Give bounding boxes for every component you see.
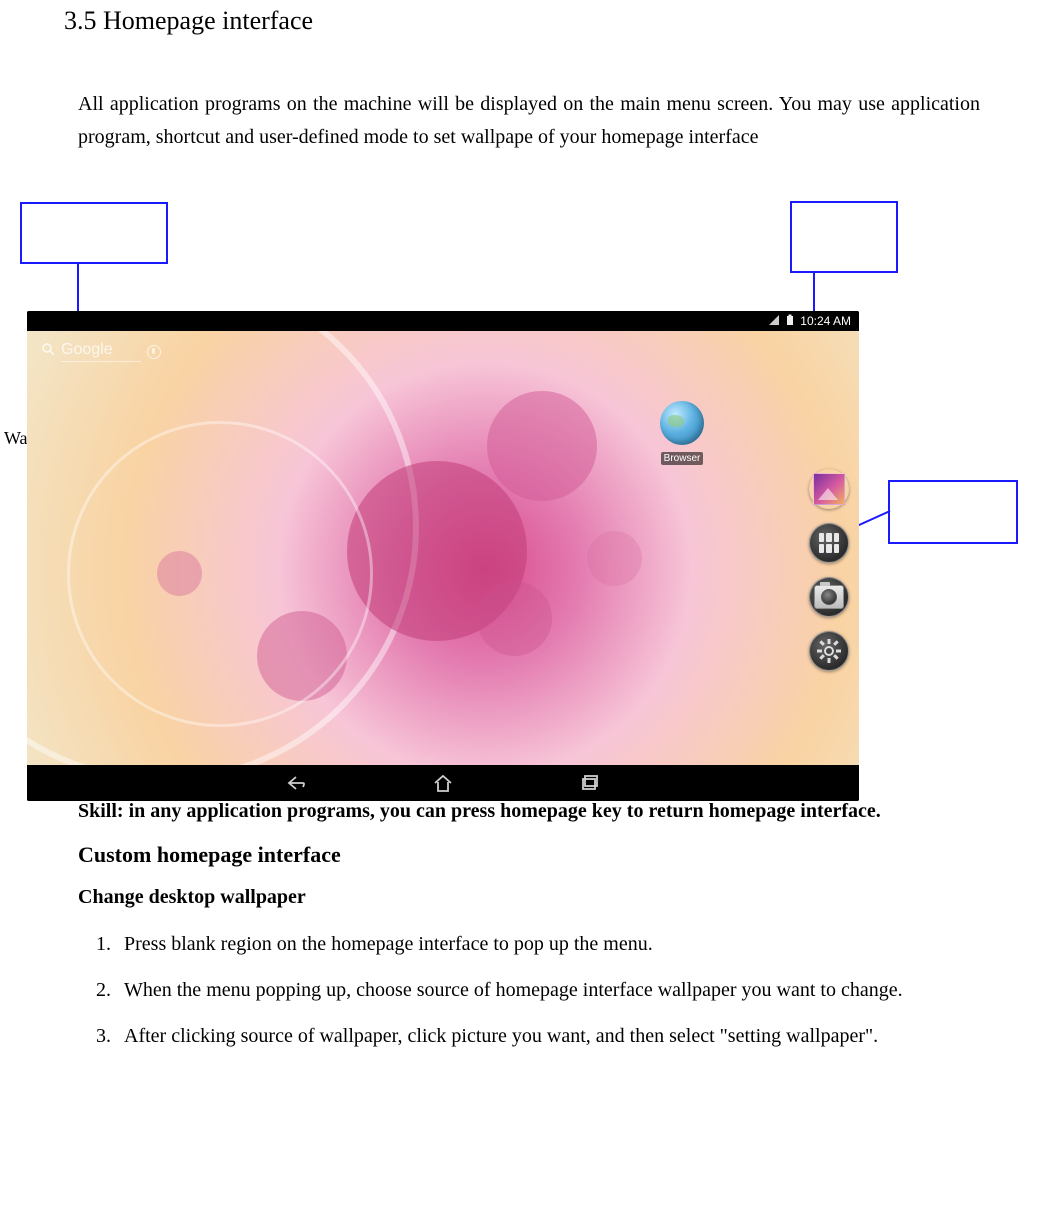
- search-icon: [41, 342, 55, 361]
- home-button[interactable]: [429, 769, 457, 797]
- camera-icon: [814, 585, 844, 609]
- browser-label: Browser: [661, 452, 704, 465]
- step-item: Press blank region on the homepage inter…: [116, 927, 980, 961]
- google-search-widget[interactable]: Google: [41, 341, 161, 362]
- battery-icon: [786, 314, 794, 329]
- mic-icon[interactable]: [147, 345, 161, 359]
- home-wallpaper[interactable]: Google Browser: [27, 331, 859, 765]
- gallery-button[interactable]: [809, 469, 849, 509]
- steps-list: Press blank region on the homepage inter…: [78, 927, 980, 1053]
- apps-grid-icon: [819, 533, 839, 553]
- tablet-screenshot: 10:24 AM Google Browser: [27, 311, 859, 801]
- google-text: Google: [61, 341, 141, 362]
- apps-button[interactable]: [809, 523, 849, 563]
- nav-bar: [27, 765, 859, 801]
- step-item: After clicking source of wallpaper, clic…: [116, 1019, 980, 1053]
- gallery-icon: [813, 473, 845, 505]
- status-bar: 10:24 AM: [27, 311, 859, 331]
- status-time: 10:24 AM: [800, 314, 851, 328]
- globe-icon: [660, 401, 704, 445]
- camera-button[interactable]: [809, 577, 849, 617]
- wallpaper-bubble: [587, 531, 642, 586]
- gear-icon: [816, 638, 842, 664]
- dock-right: [809, 469, 849, 671]
- browser-app-icon[interactable]: Browser: [655, 401, 709, 466]
- step-item: When the menu popping up, choose source …: [116, 973, 980, 1007]
- settings-button[interactable]: [809, 631, 849, 671]
- wallpaper-bubble: [257, 611, 347, 701]
- wallpaper-bubble: [157, 551, 202, 596]
- recent-button[interactable]: [577, 769, 605, 797]
- back-button[interactable]: [281, 769, 309, 797]
- signal-icon: [768, 314, 780, 329]
- change-wallpaper-heading: Change desktop wallpaper: [78, 886, 980, 909]
- wallpaper-bubble: [477, 581, 552, 656]
- wallpaper-bubble: [487, 391, 597, 501]
- custom-heading: Custom homepage interface: [78, 842, 980, 868]
